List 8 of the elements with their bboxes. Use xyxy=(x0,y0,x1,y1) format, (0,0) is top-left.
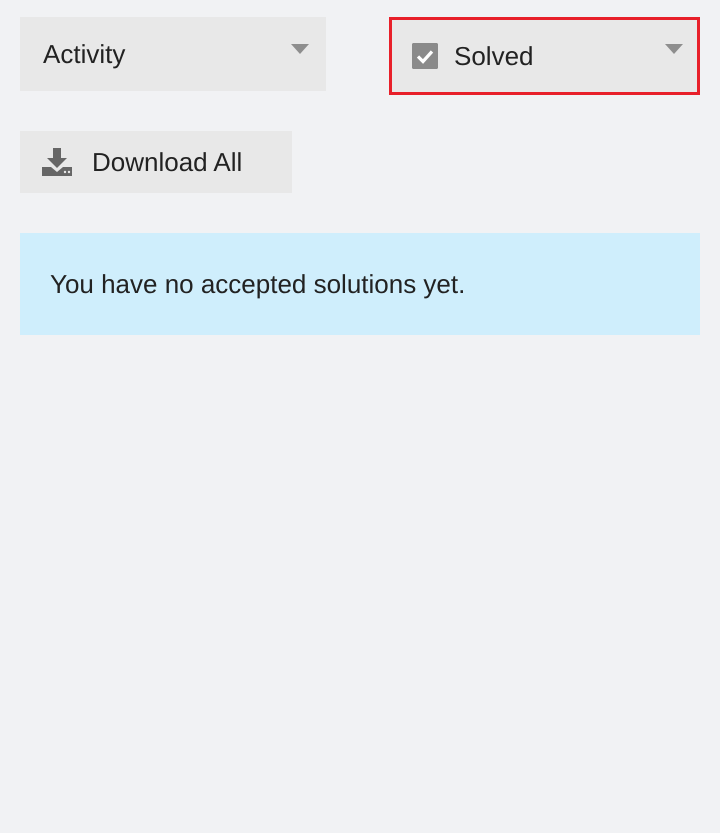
caret-icon xyxy=(291,44,309,54)
dropdown[interactable]: Solved xyxy=(389,17,700,95)
dropdown[interactable]: Activity xyxy=(20,17,326,91)
download-button[interactable]: Download All xyxy=(20,131,292,193)
checkbox[interactable] xyxy=(412,43,438,69)
notice-text: You have no accepted solutions yet. xyxy=(50,268,466,300)
caret-icon xyxy=(665,44,683,54)
download-icon xyxy=(42,148,72,176)
